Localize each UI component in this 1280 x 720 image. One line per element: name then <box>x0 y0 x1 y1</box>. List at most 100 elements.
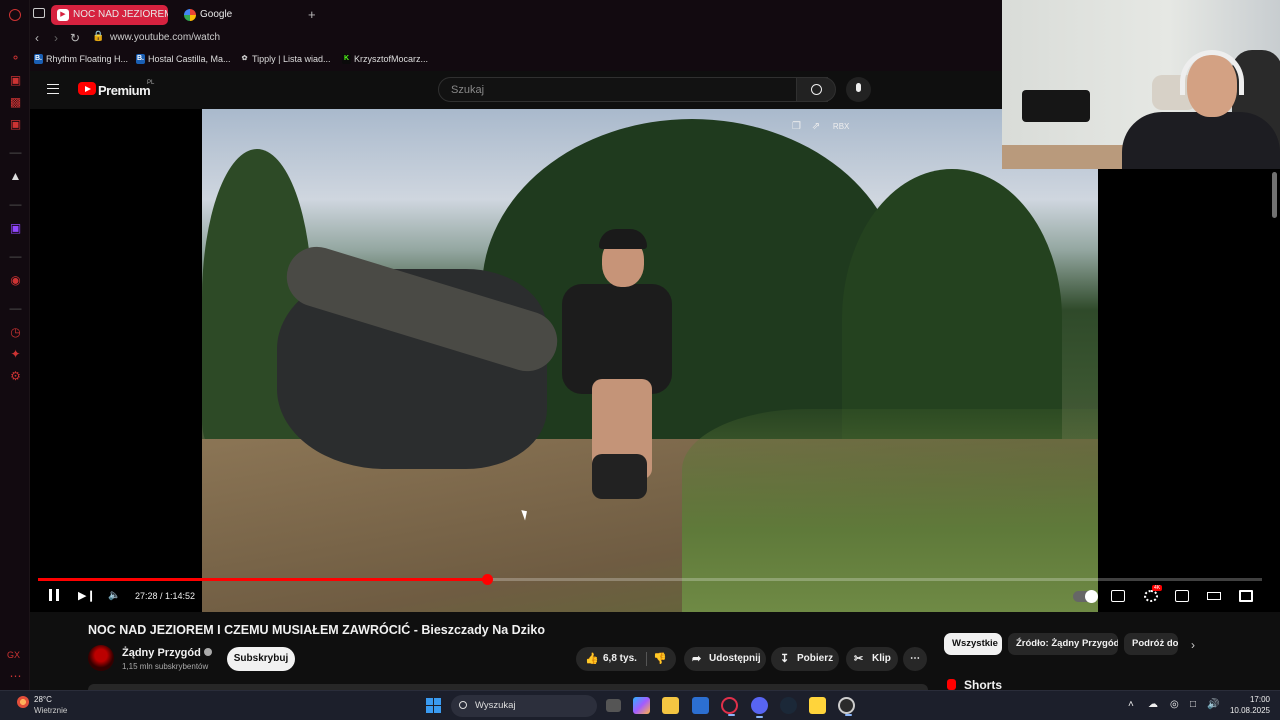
theater-mode-icon[interactable] <box>1207 592 1221 600</box>
share-button[interactable]: ➦ Udostępnij <box>684 647 766 671</box>
bookmark-tipply[interactable]: ✿ Tipply | Lista wiad... <box>240 54 331 64</box>
chip-all[interactable]: Wszystkie <box>944 633 1002 655</box>
video-overlay-icons: ❐ ⇗ RBX <box>792 121 849 132</box>
bookmark-kick[interactable]: K KrzysztofMocarz... <box>342 54 428 64</box>
cloud-icon[interactable]: ☁ <box>1148 699 1158 711</box>
more-icon[interactable]: ⋯ <box>9 670 22 683</box>
extensions-icon[interactable]: ✦ <box>9 348 22 361</box>
clock-date[interactable]: 10.08.2025 <box>1200 706 1270 715</box>
windows-taskbar: 28°C Wietrznie Wyszukaj ˄ ☁ ◎ □ 🔊 17:00 … <box>0 690 1280 720</box>
pause-icon[interactable] <box>49 589 59 601</box>
address-bar: ‹ › ↻ 🔒 www.youtube.com/watch <box>30 29 1002 49</box>
popout-icon[interactable]: ⇗ <box>812 121 820 132</box>
more-actions-button[interactable]: ⋯ <box>903 647 927 671</box>
like-count[interactable]: 6,8 tys. <box>603 647 637 671</box>
subscriber-count: 1,15 mln subskrybentów <box>122 662 209 671</box>
miniplayer-icon[interactable] <box>1175 590 1189 602</box>
opera-gx-icon[interactable] <box>721 697 738 716</box>
country-code: PL <box>147 80 155 86</box>
video-player[interactable]: ❐ ⇗ RBX ▶❙ 🔈 27:28 / 1:14:52 4K <box>30 109 1280 612</box>
messenger-icon[interactable]: ▩ <box>9 96 22 109</box>
opera-logo-icon[interactable] <box>9 9 21 21</box>
chip-source[interactable]: Źródło: Żądny Przygód <box>1008 633 1118 655</box>
tipply-icon: ✿ <box>241 55 248 62</box>
player-controls: ▶❙ 🔈 27:28 / 1:14:52 4K <box>30 583 1280 612</box>
bookmark-rhythm[interactable]: B. Rhythm Floating H... <box>34 54 128 64</box>
sidebar-divider: — <box>9 145 22 159</box>
bookmark-label: Tipply | Lista wiad... <box>252 54 331 64</box>
python-icon[interactable] <box>809 697 826 714</box>
settings-gear-icon[interactable] <box>1144 590 1158 602</box>
discord-icon[interactable] <box>751 697 768 718</box>
webcam-shelf <box>1022 90 1090 122</box>
time-display: 27:28 / 1:14:52 <box>135 591 196 601</box>
youtube-premium-label[interactable]: Premium <box>98 83 151 98</box>
obs-icon[interactable] <box>838 697 855 716</box>
lock-icon[interactable]: 🔒 <box>92 31 104 42</box>
taskbar-search-input[interactable]: Wyszukaj <box>451 695 597 717</box>
bookmark-label: Hostal Castilla, Ma... <box>148 54 231 64</box>
mic-tray-icon[interactable]: ◎ <box>1170 699 1179 711</box>
like-icon[interactable]: 👍 <box>585 653 599 665</box>
chip-travel[interactable]: Podróż do <box>1124 633 1178 655</box>
search-input[interactable]: Szukaj <box>438 77 828 102</box>
video-scene-torso <box>562 284 672 394</box>
twitch-icon[interactable]: ▣ <box>9 222 22 235</box>
forward-icon[interactable]: › <box>54 31 58 45</box>
tab-youtube[interactable]: ▶ NOC NAD JEZIOREM I <box>51 5 168 25</box>
download-button[interactable]: ↧ Pobierz <box>771 647 839 671</box>
hamburger-menu-icon[interactable] <box>47 84 59 94</box>
youtube-logo-icon[interactable] <box>78 82 96 95</box>
task-view-icon[interactable] <box>606 699 621 712</box>
back-icon[interactable]: ‹ <box>35 31 39 45</box>
windows-start-icon[interactable] <box>426 698 441 713</box>
page-scrollbar[interactable] <box>1272 172 1277 218</box>
history-icon[interactable]: ◷ <box>9 326 22 339</box>
verified-icon <box>203 648 212 656</box>
overlay-label[interactable]: RBX <box>833 122 849 131</box>
bookmark-hostal[interactable]: B. Hostal Castilla, Ma... <box>136 54 231 64</box>
chevron-right-icon[interactable]: › <box>1191 638 1195 652</box>
tab-google[interactable]: Google <box>178 5 298 25</box>
copilot-icon[interactable] <box>633 697 650 714</box>
volume-icon[interactable]: 🔈 <box>108 589 120 603</box>
copy-icon[interactable]: ❐ <box>792 121 801 132</box>
weather-description[interactable]: Wietrznie <box>34 706 67 715</box>
subscribe-button[interactable]: Subskrybuj <box>227 647 295 671</box>
progress-bar[interactable] <box>38 574 1262 585</box>
clock-time[interactable]: 17:00 <box>1220 695 1270 704</box>
dislike-icon[interactable]: 👎 <box>653 653 667 665</box>
kick-icon: K <box>342 54 351 64</box>
file-explorer-icon[interactable] <box>662 697 679 714</box>
settings-icon[interactable]: ⚙ <box>9 370 22 383</box>
chevron-up-icon[interactable]: ˄ <box>1128 699 1134 711</box>
channel-name-text[interactable]: Żądny Przygód <box>122 647 201 659</box>
weather-temperature[interactable]: 28°C <box>34 695 52 704</box>
clip-button[interactable]: ✂ Klip <box>846 647 898 671</box>
new-tab-button[interactable]: + <box>308 8 316 21</box>
url-field[interactable]: www.youtube.com/watch <box>110 32 220 43</box>
microphone-icon[interactable] <box>846 77 871 102</box>
aria-icon[interactable]: ▲ <box>9 170 22 183</box>
steam-icon[interactable] <box>780 697 797 714</box>
subtitles-icon[interactable] <box>1111 590 1125 602</box>
autoplay-toggle[interactable] <box>1073 590 1098 603</box>
bag-icon[interactable]: ▣ <box>9 74 22 87</box>
microsoft-store-icon[interactable] <box>692 697 709 714</box>
channel-name[interactable]: Żądny Przygód <box>122 647 212 659</box>
browser-sidebar: ⚬ ▣ ▩ ▣ — ▲ — ▣ — ◉ — ◷ ✦ ⚙ GX ⋯ <box>0 0 30 690</box>
tab-bar: ▶ NOC NAD JEZIOREM I Google + <box>30 0 1002 29</box>
weather-icon[interactable] <box>17 696 29 708</box>
video-frame[interactable]: ❐ ⇗ RBX <box>202 109 1098 612</box>
tab-menu-icon[interactable] <box>33 8 45 18</box>
network-icon[interactable]: □ <box>1190 699 1196 711</box>
video-scene-person <box>492 229 672 509</box>
fullscreen-icon[interactable] <box>1239 590 1253 602</box>
next-icon[interactable]: ▶❙ <box>78 589 96 603</box>
reload-icon[interactable]: ↻ <box>70 31 80 45</box>
gx-corner-icon[interactable]: ▣ <box>9 118 22 131</box>
search-button[interactable] <box>796 77 836 102</box>
speed-dial-icon[interactable]: ⚬ <box>9 52 22 65</box>
player-icon[interactable]: ◉ <box>9 274 22 287</box>
channel-avatar[interactable] <box>88 645 114 671</box>
